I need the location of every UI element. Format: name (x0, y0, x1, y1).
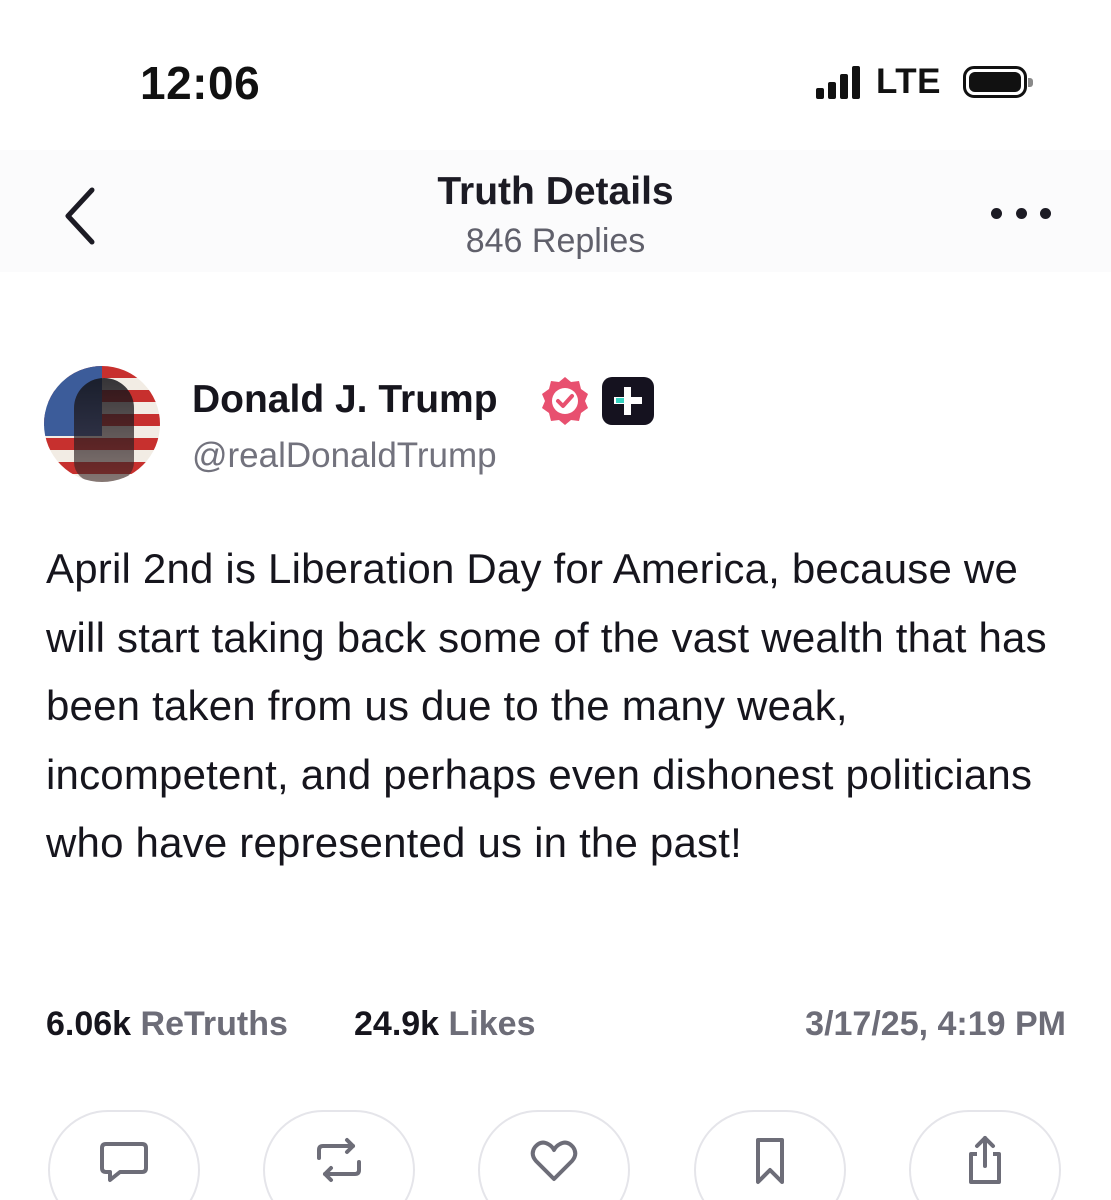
page-title: Truth Details (437, 170, 674, 213)
post-timestamp: 3/17/25, 4:19 PM (805, 1005, 1066, 1043)
likes-stat[interactable]: 24.9k Likes (354, 1005, 536, 1044)
verified-badge-icon (542, 377, 588, 425)
status-time: 12:06 (140, 57, 261, 109)
retruth-icon (317, 1138, 361, 1182)
likes-label: Likes (448, 1005, 536, 1043)
likes-count: 24.9k (354, 1005, 440, 1043)
retruths-count: 6.06k (46, 1005, 132, 1043)
truth-details-screen: 12:06 LTE Truth Details 846 Replies Dona… (0, 0, 1111, 1200)
network-type: LTE (875, 62, 941, 101)
post-stats: 6.06k ReTruths 24.9k Likes 3/17/25, 4:19… (46, 1005, 1066, 1053)
battery-icon (963, 66, 1033, 98)
post-body: April 2nd is Liberation Day for America,… (46, 545, 1047, 866)
share-icon (969, 1136, 1001, 1184)
status-indicators: LTE (815, 62, 1033, 102)
replies-count: 846 Replies (465, 222, 646, 260)
plus-badge-icon (602, 377, 654, 425)
retruth-button[interactable] (263, 1110, 415, 1200)
like-button[interactable] (478, 1110, 630, 1200)
retruths-label: ReTruths (140, 1005, 288, 1043)
author-handle[interactable]: @realDonaldTrump (192, 436, 497, 476)
reply-button[interactable] (48, 1110, 200, 1200)
avatar[interactable] (44, 366, 160, 482)
retruths-stat[interactable]: 6.06k ReTruths (46, 1005, 288, 1044)
bookmark-button[interactable] (694, 1110, 846, 1200)
reply-icon (100, 1142, 148, 1182)
signal-icon (815, 65, 860, 99)
more-horizontal-icon (991, 207, 1002, 219)
bookmark-icon (756, 1138, 784, 1184)
nav-header: Truth Details 846 Replies (0, 150, 1111, 272)
author-name[interactable]: Donald J. Trump (192, 378, 498, 422)
share-button[interactable] (909, 1110, 1061, 1200)
like-icon (530, 1140, 578, 1181)
more-options-button[interactable] (991, 198, 1051, 228)
